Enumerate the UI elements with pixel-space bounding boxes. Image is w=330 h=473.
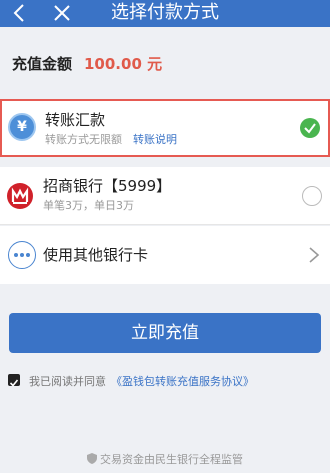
submit-button[interactable]: 立即充值 [9, 313, 321, 353]
option-subtitle: 单笔3万，单日3万 [43, 199, 134, 212]
option-title: 使用其他银行卡 [43, 246, 149, 264]
shield-icon [87, 453, 97, 464]
transfer-info-link[interactable]: 转账说明 [133, 131, 177, 147]
footer-note: 交易资金由民生银行全程监管 [0, 451, 330, 467]
chevron-right-icon [309, 247, 320, 263]
radio-button[interactable] [302, 186, 322, 206]
agreement-text: 我已阅读并同意 [29, 375, 106, 388]
cmb-logo-icon [6, 182, 34, 210]
check-icon [300, 118, 320, 138]
option-title: 招商银行【5999】 [43, 177, 172, 195]
amount-section: 充值金额 100.00 元 [0, 27, 330, 99]
amount-label: 充值金额 [12, 55, 73, 73]
payment-option-cmb[interactable]: 招商银行【5999】 单笔3万，单日3万 [0, 167, 330, 225]
option-title: 转账汇款 [45, 111, 106, 129]
top-bar: 选择付款方式 [0, 0, 330, 27]
payment-option-other-card[interactable]: 使用其他银行卡 [0, 226, 330, 284]
agreement-checkbox[interactable] [8, 374, 20, 387]
option-subtitle: 转账方式无限额 [45, 133, 122, 146]
footer-text: 交易资金由民生银行全程监管 [100, 453, 243, 466]
agreement-link[interactable]: 《盈钱包转账充值服务协议》 [111, 373, 254, 389]
payment-option-transfer[interactable]: ¥ 转账汇款 转账方式无限额 转账说明 [0, 99, 330, 157]
page-title: 选择付款方式 [111, 2, 219, 23]
amount-value: 100.00 元 [84, 55, 163, 73]
more-dots-icon [8, 241, 36, 269]
yuan-icon: ¥ [8, 113, 36, 141]
